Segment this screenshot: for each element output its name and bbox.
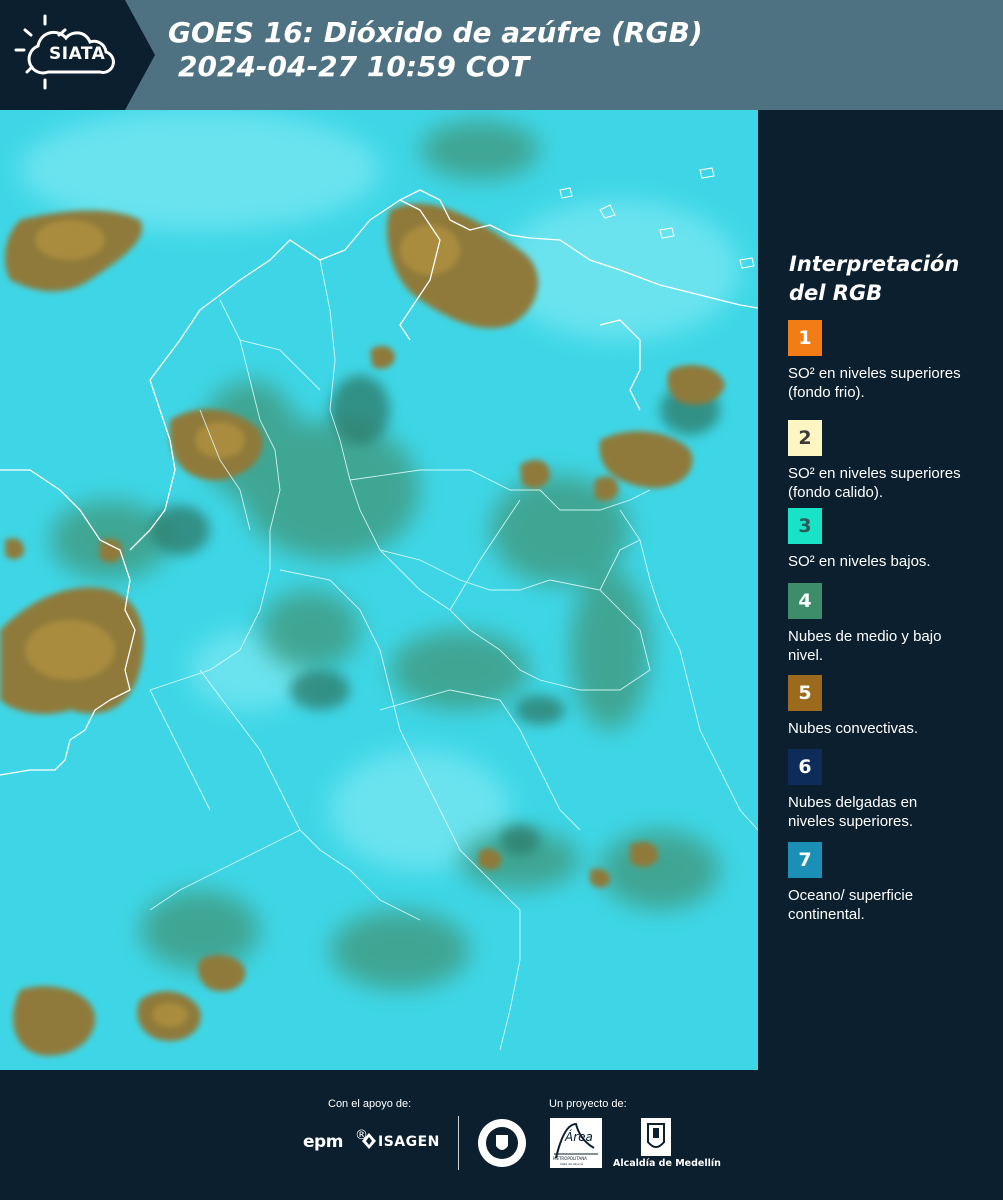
legend-item-4: 4 Nubes de medio y bajo nivel. — [788, 583, 988, 665]
title-line-1: GOES 16: Dióxido de azúfre (RGB) — [168, 16, 703, 49]
legend-item-text: Oceano/ superficie continental. — [788, 887, 914, 923]
project-label: Un proyecto de: — [549, 1098, 627, 1110]
legend-item-3: 3 SO² en niveles bajos. — [788, 508, 988, 571]
footer-divider — [458, 1116, 459, 1170]
legend-item-text: SO² en niveles superiores (fondo calido)… — [788, 465, 961, 501]
isagen-icon — [362, 1133, 376, 1149]
medellin-seal-icon — [478, 1119, 526, 1167]
alcaldia-shield-icon — [641, 1118, 671, 1156]
legend-swatch: 2 — [788, 420, 822, 456]
legend-item-7: 7 Oceano/ superficie continental. — [788, 842, 988, 924]
valle-label: Valle de Aburrá — [560, 1162, 583, 1166]
legend-item-5: 5 Nubes convectivas. — [788, 675, 988, 738]
satellite-map — [0, 110, 758, 1070]
legend-item-text: Nubes convectivas. — [788, 720, 919, 737]
logo-text: SIATA — [49, 44, 106, 64]
alcaldia-label: Alcaldía de Medellín — [613, 1158, 721, 1169]
legend-swatch: 6 — [788, 749, 822, 785]
legend-swatch: 5 — [788, 675, 822, 711]
legend-item-6: 6 Nubes delgadas en niveles superiores. — [788, 749, 988, 831]
metropolitana-label: METROPOLITANA — [553, 1156, 587, 1161]
support-label: Con el apoyo de: — [328, 1098, 412, 1110]
page-title: GOES 16: Dióxido de azúfre (RGB) 2024-04… — [168, 16, 703, 84]
legend-item-2: 2 SO² en niveles superiores (fondo calid… — [788, 420, 988, 502]
area-label: Área — [565, 1130, 593, 1144]
isagen-logo: ISAGEN — [378, 1134, 440, 1150]
legend-title: Interpretación del RGB — [789, 252, 960, 305]
epm-logo: epm — [303, 1132, 343, 1152]
siata-logo: SIATA — [0, 0, 155, 110]
header: SIATA GOES 16: Dióxido de azúfre (RGB) 2… — [0, 0, 1003, 110]
legend-item-text: Nubes de medio y bajo nivel. — [788, 628, 942, 664]
legend-swatch: 7 — [788, 842, 822, 878]
legend-swatch: 3 — [788, 508, 822, 544]
legend-item-1: 1 SO² en niveles superiores (fondo frio)… — [788, 320, 988, 402]
legend-item-text: SO² en niveles bajos. — [788, 553, 931, 570]
title-line-2: 2024-04-27 10:59 COT — [178, 50, 530, 83]
legend-swatch: 1 — [788, 320, 822, 356]
legend-panel: Interpretación del RGB 1 SO² en niveles … — [764, 110, 1003, 1070]
map-image — [0, 110, 758, 1070]
legend-item-text: Nubes delgadas en niveles superiores. — [788, 794, 918, 830]
legend-swatch: 4 — [788, 583, 822, 619]
legend-item-text: SO² en niveles superiores (fondo frio). — [788, 365, 961, 401]
footer: Con el apoyo de: Un proyecto de: epm ® I… — [0, 1070, 1003, 1200]
